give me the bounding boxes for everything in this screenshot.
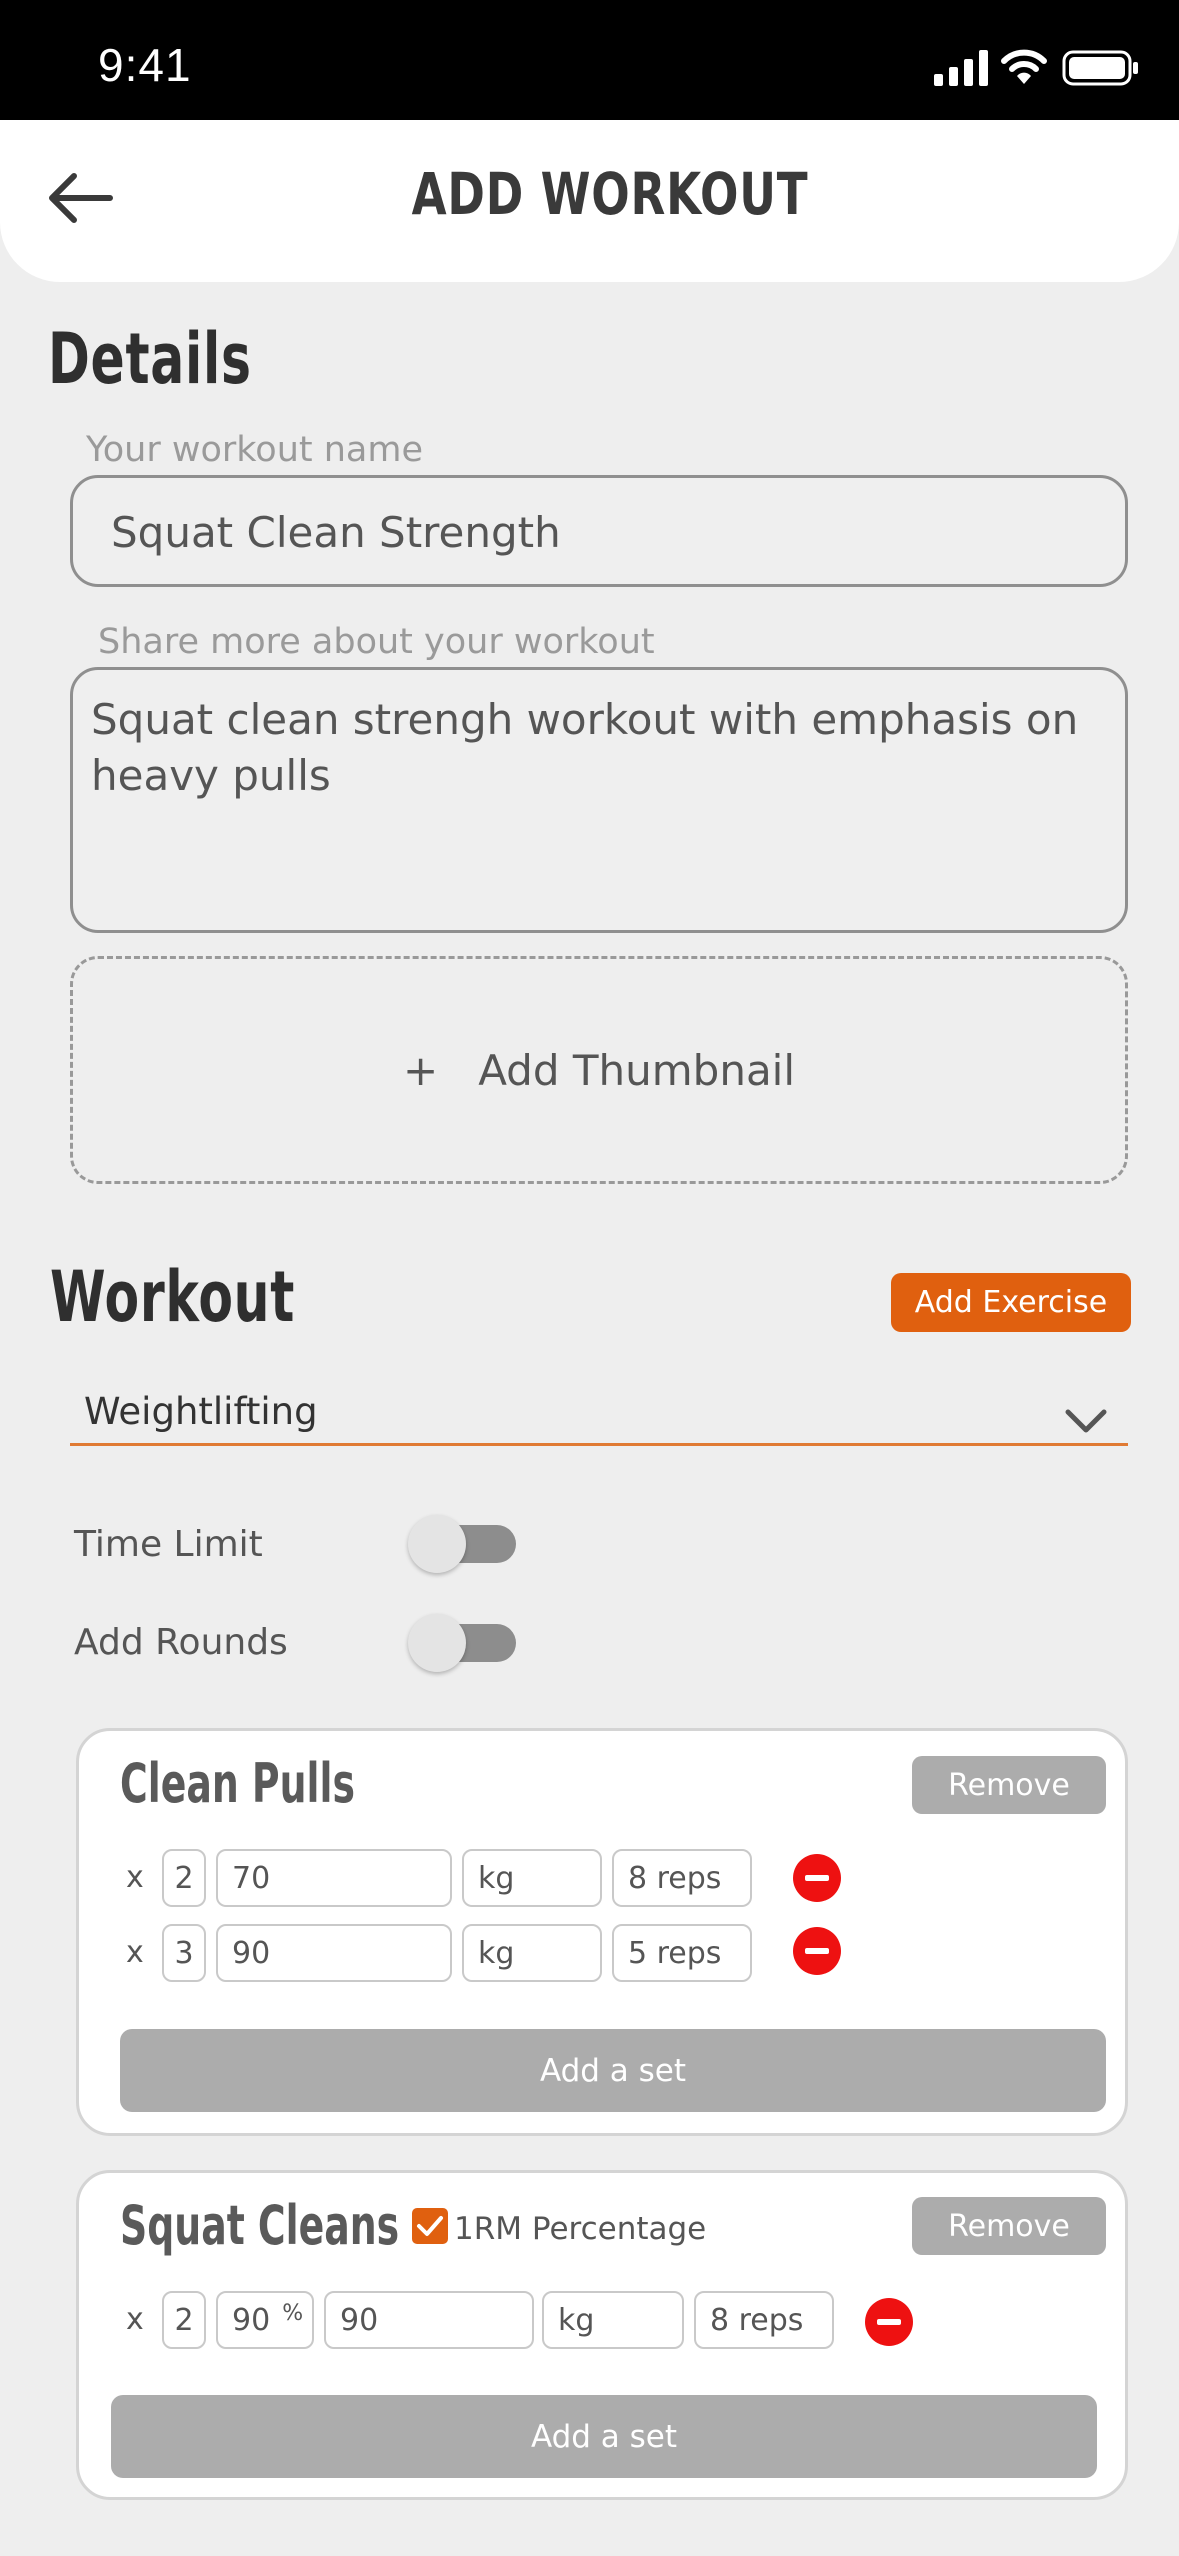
remove-set-icon[interactable]	[793, 1854, 841, 1902]
set-percent-input[interactable]: 90 %	[216, 2291, 314, 2349]
chevron-down-icon[interactable]	[1064, 1408, 1108, 1434]
wifi-icon	[1001, 49, 1047, 84]
set-multiplier: x	[126, 2302, 144, 2337]
add-rounds-label: Add Rounds	[74, 1622, 288, 1663]
workout-type-value: Weightlifting	[84, 1390, 318, 1433]
time-limit-label: Time Limit	[74, 1524, 263, 1565]
battery-icon	[1062, 50, 1138, 86]
set-weight-input[interactable]: 70	[216, 1849, 452, 1907]
workout-name-value: Squat Clean Strength	[111, 508, 561, 557]
set-weight-input[interactable]: 90	[216, 1924, 452, 1982]
set-reps-input[interactable]: 5 reps	[612, 1924, 752, 1982]
plus-icon: +	[402, 1045, 439, 1095]
back-arrow-icon[interactable]	[44, 168, 116, 228]
page-title: ADD WORKOUT	[411, 160, 809, 228]
set-reps-input[interactable]: 8 reps	[612, 1849, 752, 1907]
checkmark-icon	[417, 2216, 443, 2236]
rm-percentage-label: 1RM Percentage	[454, 2211, 707, 2247]
set-multiplier: x	[126, 1860, 144, 1895]
exercise-title: Squat Cleans	[120, 2194, 400, 2257]
workout-description-input[interactable]: Squat clean strengh workout with emphasi…	[70, 667, 1128, 933]
exercise-title: Clean Pulls	[120, 1752, 355, 1815]
workout-description-label: Share more about your workout	[98, 622, 655, 662]
toggle-knob	[408, 1614, 466, 1672]
add-thumbnail-label: Add Thumbnail	[478, 1045, 796, 1095]
signal-icon	[934, 50, 988, 86]
status-time: 9:41	[98, 39, 192, 91]
add-set-button[interactable]: Add a set	[111, 2395, 1097, 2478]
set-count-input[interactable]: 3	[162, 1924, 206, 1982]
add-rounds-toggle[interactable]	[408, 1613, 518, 1673]
time-limit-toggle[interactable]	[408, 1514, 518, 1574]
workout-description-value: Squat clean strengh workout with emphasi…	[91, 695, 1079, 800]
add-thumbnail-button[interactable]: + Add Thumbnail	[70, 956, 1128, 1184]
workout-name-input[interactable]: Squat Clean Strength	[70, 475, 1128, 587]
toggle-knob	[408, 1515, 466, 1573]
add-exercise-button[interactable]: Add Exercise	[891, 1273, 1131, 1332]
set-reps-input[interactable]: 8 reps	[694, 2291, 834, 2349]
workout-name-label: Your workout name	[86, 430, 423, 470]
workout-heading: Workout	[50, 1256, 296, 1338]
set-unit-input[interactable]: kg	[462, 1924, 602, 1982]
set-percent-value: 90	[232, 2302, 271, 2338]
add-set-button[interactable]: Add a set	[120, 2029, 1106, 2112]
set-unit-input[interactable]: kg	[542, 2291, 684, 2349]
rm-percentage-checkbox[interactable]	[412, 2208, 448, 2244]
percent-sign: %	[282, 2300, 304, 2326]
details-heading: Details	[48, 318, 252, 400]
set-multiplier: x	[126, 1935, 144, 1970]
remove-set-icon[interactable]	[865, 2298, 913, 2346]
set-count-input[interactable]: 2	[162, 1849, 206, 1907]
remove-exercise-button[interactable]: Remove	[912, 2197, 1106, 2255]
remove-exercise-button[interactable]: Remove	[912, 1756, 1106, 1814]
remove-set-icon[interactable]	[793, 1927, 841, 1975]
set-unit-input[interactable]: kg	[462, 1849, 602, 1907]
set-weight-input[interactable]: 90	[324, 2291, 534, 2349]
set-count-input[interactable]: 2	[162, 2291, 206, 2349]
